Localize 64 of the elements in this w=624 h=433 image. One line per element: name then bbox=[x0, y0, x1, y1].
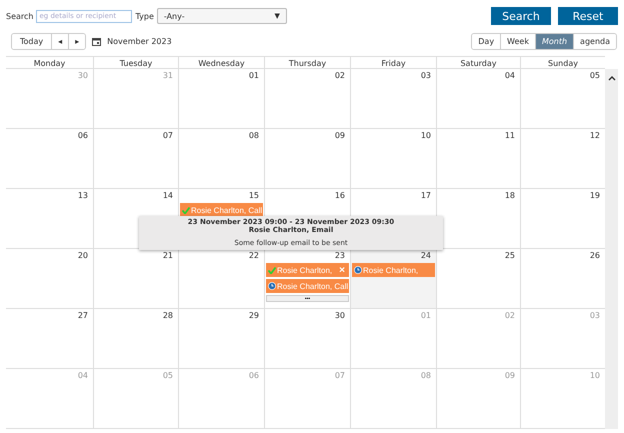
day-number: 03 bbox=[420, 71, 431, 81]
view-tab[interactable]: Day bbox=[472, 34, 502, 49]
day-number: 04 bbox=[78, 371, 88, 381]
day-number: 14 bbox=[162, 191, 173, 201]
day-number: 01 bbox=[420, 311, 431, 321]
day-number: 08 bbox=[420, 371, 431, 381]
weekday-header: Tuesday bbox=[93, 56, 178, 69]
day-number: 02 bbox=[334, 71, 345, 81]
check-icon bbox=[182, 206, 190, 214]
weekday-header: Saturday bbox=[436, 56, 520, 69]
day-number: 23 bbox=[334, 251, 345, 261]
weekday-header: Friday bbox=[350, 56, 436, 69]
clock-icon bbox=[268, 282, 276, 290]
day-number: 06 bbox=[248, 371, 259, 381]
day-number: 21 bbox=[162, 251, 173, 261]
weekday-header: Thursday bbox=[264, 56, 350, 69]
search-button[interactable]: Search bbox=[491, 7, 551, 25]
day-number: 12 bbox=[590, 131, 600, 141]
day-number: 29 bbox=[248, 311, 259, 321]
day-number: 13 bbox=[78, 191, 88, 201]
day-number: 05 bbox=[590, 71, 600, 81]
day-number: 07 bbox=[334, 371, 345, 381]
clock-icon bbox=[354, 266, 362, 274]
scrollbar[interactable] bbox=[605, 369, 618, 429]
day-number: 02 bbox=[504, 311, 515, 321]
day-number: 05 bbox=[162, 371, 173, 381]
today-button[interactable]: Today bbox=[12, 34, 52, 49]
type-label: Type bbox=[135, 12, 154, 20]
day-number: 11 bbox=[504, 131, 515, 141]
day-number: 08 bbox=[248, 131, 259, 141]
period-label: November 2023 bbox=[107, 37, 172, 46]
day-number: 01 bbox=[248, 71, 259, 81]
day-number: 18 bbox=[504, 191, 515, 201]
scroll-up-icon[interactable] bbox=[608, 75, 616, 81]
day-number: 15 bbox=[248, 191, 259, 201]
day-number: 06 bbox=[78, 131, 88, 141]
scrollbar[interactable] bbox=[605, 69, 618, 129]
day-number: 25 bbox=[504, 251, 515, 261]
day-number: 20 bbox=[78, 251, 88, 261]
day-number: 09 bbox=[334, 131, 345, 141]
day-number: 07 bbox=[162, 131, 173, 141]
day-number: 10 bbox=[590, 371, 600, 381]
day-number: 26 bbox=[590, 251, 600, 261]
day-number: 19 bbox=[590, 191, 600, 201]
day-number: 27 bbox=[78, 311, 88, 321]
calendar-icon bbox=[92, 37, 102, 46]
day-number: 30 bbox=[334, 311, 345, 321]
day-number: 28 bbox=[162, 311, 173, 321]
reset-button[interactable]: Reset bbox=[558, 7, 618, 25]
day-number: 16 bbox=[334, 191, 345, 201]
weekday-header: Sunday bbox=[520, 56, 605, 69]
view-tab[interactable]: Month bbox=[536, 34, 574, 49]
weekday-header: Wednesday bbox=[178, 56, 264, 69]
day-number: 03 bbox=[590, 311, 600, 321]
check-icon bbox=[268, 266, 276, 274]
day-number: 24 bbox=[420, 251, 431, 261]
day-number: 17 bbox=[420, 191, 431, 201]
day-number: 30 bbox=[78, 71, 88, 81]
day-number: 09 bbox=[504, 371, 515, 381]
day-number: 04 bbox=[504, 71, 515, 81]
day-number: 10 bbox=[420, 131, 431, 141]
day-number: 22 bbox=[248, 251, 259, 261]
day-number: 31 bbox=[162, 71, 173, 81]
search-label: Search bbox=[6, 12, 34, 20]
